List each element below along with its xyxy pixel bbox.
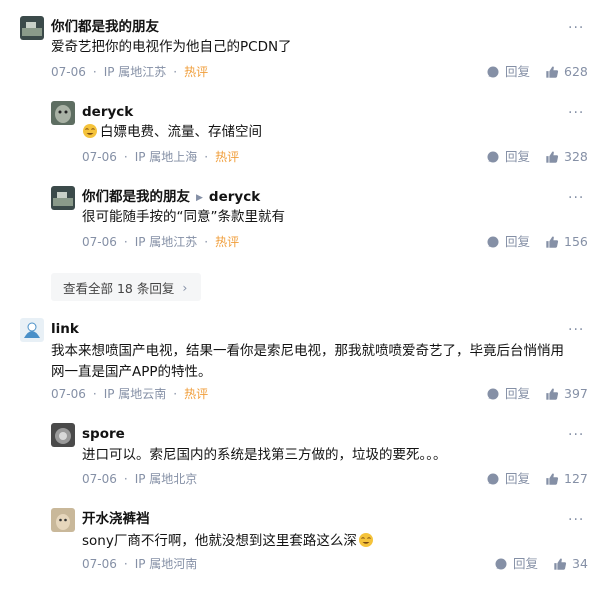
like-icon	[545, 387, 559, 401]
comment-meta: 07-06 · IP 属地云南 · 热评	[51, 387, 209, 401]
laugh-emoji-icon	[358, 532, 374, 548]
avatar[interactable]	[51, 186, 75, 210]
reply-button[interactable]: 回复	[494, 556, 538, 572]
like-count: 127	[564, 471, 588, 486]
reply-content: 进口可以。索尼国内的系统是找第三方做的，垃圾的要死。。。	[82, 447, 447, 463]
more-dots-icon[interactable]: ···	[568, 428, 584, 442]
hot-tag: 热评	[184, 387, 209, 401]
reply-content: sony厂商不行啊，他就没想到这里套路这么深	[82, 530, 376, 553]
hot-tag: 热评	[215, 150, 240, 164]
avatar[interactable]	[20, 16, 44, 40]
like-button[interactable]: 397	[545, 386, 588, 402]
reply-icon	[486, 387, 500, 401]
reply-label: 回复	[505, 234, 531, 249]
reply-button[interactable]: 回复	[486, 64, 530, 80]
reply-text: sony厂商不行啊，他就没想到这里套路这么深	[82, 533, 357, 549]
reply-location: IP 属地北京	[134, 472, 198, 486]
comment-content-line1: 我本来想喷国产电视，结果一看你是索尼电视，那我就喷喷爱奇艺了，毕竟后台悄悄用	[51, 343, 564, 359]
like-count: 397	[564, 386, 588, 401]
reply-to-name[interactable]: deryck	[209, 189, 260, 205]
reply-icon	[486, 65, 500, 79]
comment-content-line2: 网一直是国产APP的特性。	[51, 364, 212, 380]
avatar[interactable]	[20, 318, 44, 342]
reply-label: 回复	[505, 64, 531, 79]
reply-icon	[486, 235, 500, 249]
more-dots-icon[interactable]: ···	[568, 106, 584, 120]
reply-meta: 07-06 · IP 属地江苏 · 热评	[82, 235, 240, 249]
like-count: 628	[564, 64, 588, 79]
avatar[interactable]	[51, 508, 75, 532]
reply-location: IP 属地江苏	[134, 235, 198, 249]
like-icon	[545, 472, 559, 486]
reply-author: 你们都是我的朋友 ▶ deryck	[82, 188, 260, 207]
comment-content: 爱奇艺把你的电视作为他自己的PCDN了	[51, 39, 292, 55]
reply-text: 白嫖电费、流量、存储空间	[100, 124, 262, 140]
reply-author[interactable]: spore	[82, 425, 125, 443]
hot-tag: 热评	[184, 65, 209, 79]
more-dots-icon[interactable]: ···	[568, 21, 584, 35]
comment-date: 07-06	[51, 65, 86, 79]
reply-to-arrow-icon: ▶	[196, 193, 203, 203]
like-button[interactable]: 127	[545, 471, 588, 487]
like-button[interactable]: 34	[553, 556, 588, 572]
reply-icon	[486, 150, 500, 164]
reply-icon	[494, 557, 508, 571]
reply-author-name[interactable]: 你们都是我的朋友	[82, 189, 190, 205]
reply-date: 07-06	[82, 235, 117, 249]
reply-content: 白嫖电费、流量、存储空间	[82, 121, 262, 144]
like-icon	[545, 235, 559, 249]
like-count: 156	[564, 234, 588, 249]
avatar[interactable]	[51, 423, 75, 447]
comment-author[interactable]: link	[51, 320, 79, 338]
reply-button[interactable]: 回复	[486, 386, 530, 402]
comment-location: IP 属地云南	[103, 387, 167, 401]
hot-tag: 热评	[215, 235, 240, 249]
reply-author[interactable]: 开水浇裤裆	[82, 510, 150, 528]
reply-label: 回复	[505, 471, 531, 486]
reply-button[interactable]: 回复	[486, 234, 530, 250]
comment-author[interactable]: 你们都是我的朋友	[51, 18, 159, 36]
reply-meta: 07-06 · IP 属地河南	[82, 557, 198, 571]
reply-label: 回复	[505, 149, 531, 164]
like-count: 34	[572, 556, 588, 571]
reply-location: IP 属地河南	[134, 557, 198, 571]
reply-button[interactable]: 回复	[486, 471, 530, 487]
comment-meta: 07-06 · IP 属地江苏 · 热评	[51, 65, 209, 79]
like-icon	[545, 150, 559, 164]
reply-author[interactable]: deryck	[82, 103, 133, 121]
chevron-right-icon: ›	[182, 279, 188, 295]
view-all-label: 查看全部 18 条回复	[63, 280, 175, 296]
like-icon	[545, 65, 559, 79]
reply-label: 回复	[513, 556, 539, 571]
like-count: 328	[564, 149, 588, 164]
reply-button[interactable]: 回复	[486, 149, 530, 165]
reply-label: 回复	[505, 386, 531, 401]
reply-date: 07-06	[82, 150, 117, 164]
reply-meta: 07-06 · IP 属地北京	[82, 472, 198, 486]
avatar[interactable]	[51, 101, 75, 125]
like-button[interactable]: 328	[545, 149, 588, 165]
reply-icon	[486, 472, 500, 486]
comment-date: 07-06	[51, 387, 86, 401]
reply-date: 07-06	[82, 557, 117, 571]
like-button[interactable]: 628	[545, 64, 588, 80]
comment-location: IP 属地江苏	[103, 65, 167, 79]
view-all-replies-button[interactable]: 查看全部 18 条回复 ›	[51, 273, 201, 301]
more-dots-icon[interactable]: ···	[568, 191, 584, 205]
reply-content: 很可能随手按的“同意”条款里就有	[82, 209, 285, 225]
reply-date: 07-06	[82, 472, 117, 486]
like-icon	[553, 557, 567, 571]
more-dots-icon[interactable]: ···	[568, 513, 584, 527]
laugh-emoji-icon	[82, 123, 98, 139]
reply-meta: 07-06 · IP 属地上海 · 热评	[82, 150, 240, 164]
more-dots-icon[interactable]: ···	[568, 323, 584, 337]
like-button[interactable]: 156	[545, 234, 588, 250]
reply-location: IP 属地上海	[134, 150, 198, 164]
